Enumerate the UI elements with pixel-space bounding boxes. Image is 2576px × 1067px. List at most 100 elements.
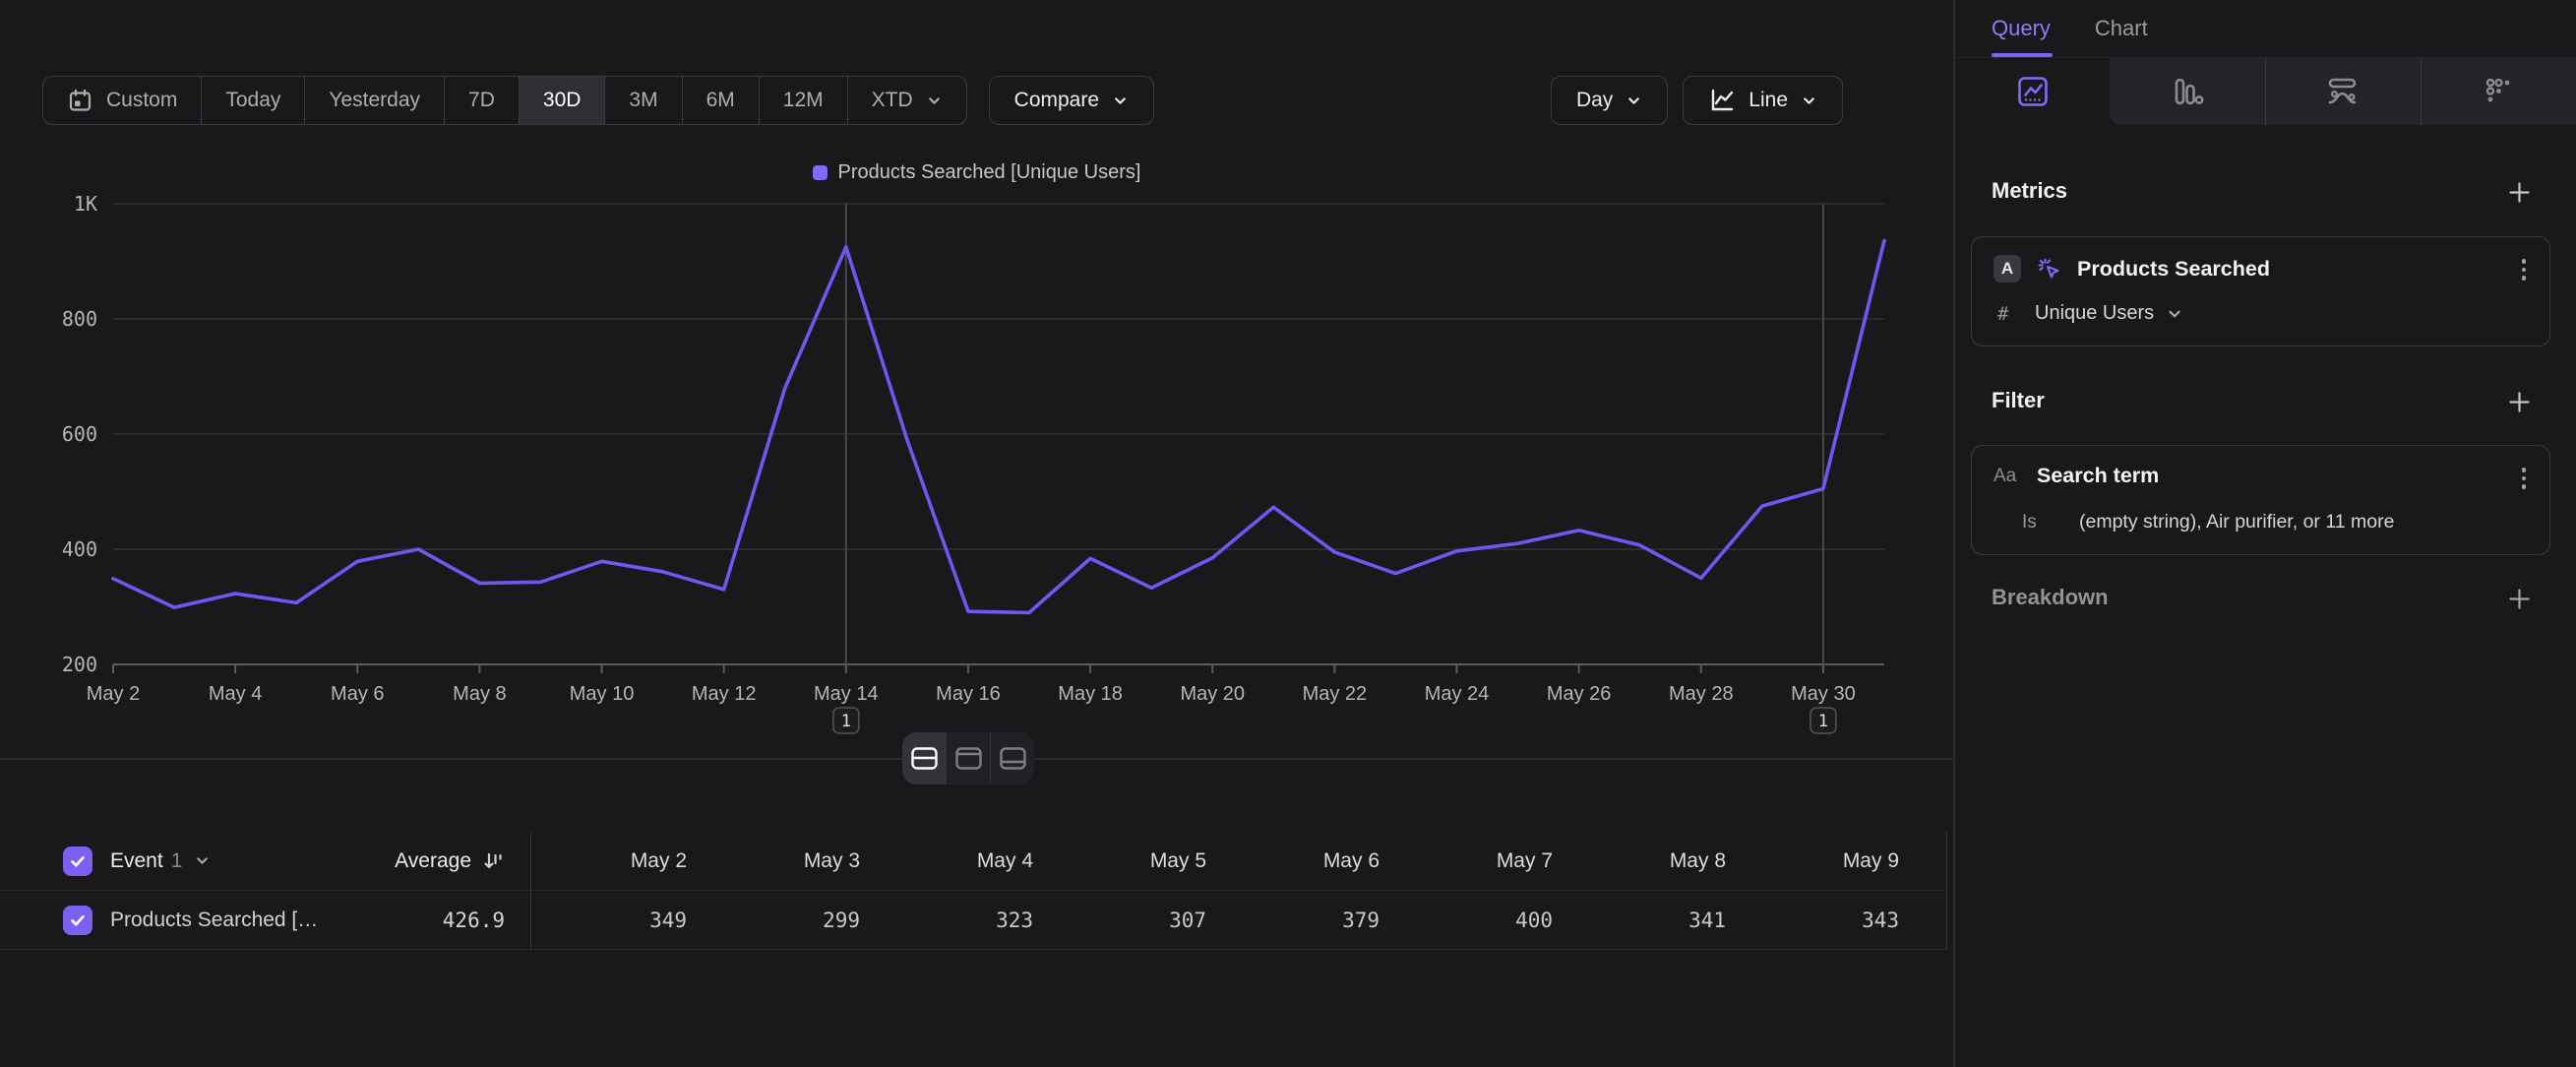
range-label: 12M <box>783 89 824 112</box>
legend-swatch <box>813 165 828 180</box>
event-header-cell[interactable]: Event 1 <box>0 847 325 876</box>
metric-row: A Products Searched <box>1993 255 2490 282</box>
average-header-cell[interactable]: Average <box>325 849 530 873</box>
x-axis-label: May 8 <box>453 683 506 705</box>
event-count: 1 <box>171 849 183 873</box>
chevron-down-icon <box>1801 93 1817 109</box>
range-button-7d[interactable]: 7D <box>444 77 519 124</box>
metric-menu-button[interactable] <box>2522 259 2527 281</box>
date-header-cells: May 2May 3May 4May 5May 6May 7May 8May 9 <box>530 832 1901 891</box>
table-row: Products Searched [Unique Users] 426.9 3… <box>0 891 1946 950</box>
string-property-icon: Aa <box>1993 466 2030 487</box>
x-axis-label: May 10 <box>570 683 635 705</box>
hash-icon: # <box>1997 303 2035 325</box>
toolbar-right-group: Day Line <box>1551 76 1843 125</box>
date-column-header: May 2 <box>531 849 689 873</box>
row-name: Products Searched [Unique Users] <box>110 909 320 932</box>
range-label: Yesterday <box>329 89 420 112</box>
compare-label: Compare <box>1014 89 1099 112</box>
line-chart: 2004006008001KMay 2May 4May 6May 8May 10… <box>0 192 1953 763</box>
range-label: 30D <box>543 89 582 112</box>
range-button-custom[interactable]: Custom <box>43 77 201 124</box>
select-all-checkbox[interactable] <box>63 847 92 876</box>
range-label: 6M <box>706 89 735 112</box>
x-axis-label: May 28 <box>1669 683 1734 705</box>
split-view-icon <box>909 745 940 772</box>
breakdown-heading: Breakdown <box>1992 585 2109 610</box>
range-label: 7D <box>468 89 495 112</box>
date-cell-value: 341 <box>1555 909 1728 932</box>
filter-condition-row[interactable]: Is (empty string), Air purifier, or 11 m… <box>2022 511 2510 534</box>
filter-operator: Is <box>2022 512 2079 534</box>
chart-type-tab-line[interactable] <box>1955 58 2110 125</box>
tab-query[interactable]: Query <box>1992 16 2051 41</box>
cursor-click-icon <box>2036 256 2062 282</box>
metrics-heading: Metrics <box>1992 178 2067 204</box>
table-header-row: Event 1 Average May 2May 3May 4May 5May … <box>0 832 1946 891</box>
add-breakdown-button[interactable] <box>2506 586 2533 612</box>
date-cell-value: 343 <box>1728 909 1901 932</box>
average-label: Average <box>395 849 471 873</box>
range-button-xtd[interactable]: XTD <box>847 77 966 124</box>
chart-legend[interactable]: Products Searched [Unique Users] <box>0 161 1953 184</box>
event-label: Event <box>110 849 163 873</box>
x-axis-label: May 14 <box>814 683 879 705</box>
range-button-12m[interactable]: 12M <box>759 77 847 124</box>
range-button-3m[interactable]: 3M <box>604 77 681 124</box>
y-axis-label: 200 <box>62 653 97 676</box>
line-chart-icon <box>1708 87 1736 114</box>
chart-type-tab-bar[interactable] <box>2110 58 2264 125</box>
range-button-6m[interactable]: 6M <box>682 77 759 124</box>
chart-type-label: Line <box>1748 89 1788 112</box>
view-toggle-table-only[interactable] <box>990 732 1034 785</box>
range-label: Custom <box>106 89 177 112</box>
chart-type-button[interactable]: Line <box>1683 76 1843 125</box>
compare-button[interactable]: Compare <box>989 76 1154 125</box>
add-filter-button[interactable] <box>2506 389 2533 415</box>
query-sidebar: Query Chart Metrics A Products Se <box>1955 0 2576 1067</box>
date-cell-value: 323 <box>862 909 1035 932</box>
flow-chart-icon <box>2325 74 2361 109</box>
chart-type-tab-flow[interactable] <box>2265 58 2421 125</box>
x-axis-label: May 2 <box>87 683 140 705</box>
x-axis-label: May 18 <box>1058 683 1123 705</box>
date-column-header: May 8 <box>1555 849 1728 873</box>
add-metric-button[interactable] <box>2506 179 2533 206</box>
range-button-30d[interactable]: 30D <box>519 77 605 124</box>
measure-label: Unique Users <box>2035 302 2154 325</box>
row-checkbox[interactable] <box>63 906 92 935</box>
filter-heading: Filter <box>1992 388 2045 413</box>
date-cell-value: 349 <box>531 909 689 932</box>
results-table: Event 1 Average May 2May 3May 4May 5May … <box>0 832 1947 950</box>
range-button-yesterday[interactable]: Yesterday <box>304 77 444 124</box>
date-cell-value: 299 <box>689 909 862 932</box>
view-toggle-split-view[interactable] <box>902 732 946 785</box>
x-axis-label: May 16 <box>936 683 1001 705</box>
calendar-icon <box>67 88 93 114</box>
chart-type-tab-more[interactable] <box>2421 58 2576 125</box>
chevron-down-icon <box>926 93 943 109</box>
x-axis-label: May 4 <box>209 683 262 705</box>
sidebar-tabs: Query Chart <box>1955 0 2576 58</box>
x-axis-label: May 30 <box>1791 683 1856 705</box>
y-axis-label: 600 <box>62 422 97 446</box>
metric-card[interactable]: A Products Searched # Unique Users <box>1971 236 2550 346</box>
interval-button[interactable]: Day <box>1551 76 1668 125</box>
y-axis-label: 1K <box>74 192 97 216</box>
chevron-down-icon <box>194 852 211 869</box>
bar-chart-icon <box>2170 74 2205 109</box>
range-button-today[interactable]: Today <box>201 77 304 124</box>
metric-measure-row[interactable]: # Unique Users <box>1997 302 2510 325</box>
filter-property-name: Search term <box>2037 464 2159 488</box>
table-only-icon <box>998 745 1028 772</box>
filter-menu-button[interactable] <box>2522 468 2527 489</box>
tab-chart[interactable]: Chart <box>2095 16 2148 41</box>
date-column-header: May 3 <box>689 849 862 873</box>
sort-descending-icon <box>481 849 505 873</box>
check-icon <box>68 910 88 930</box>
range-label: Today <box>225 89 280 112</box>
view-toggle-chart-only[interactable] <box>946 732 990 785</box>
chart-type-tabs <box>1955 58 2576 125</box>
chevron-down-icon <box>1112 93 1129 109</box>
filter-card[interactable]: Aa Search term Is (empty string), Air pu… <box>1971 445 2550 555</box>
